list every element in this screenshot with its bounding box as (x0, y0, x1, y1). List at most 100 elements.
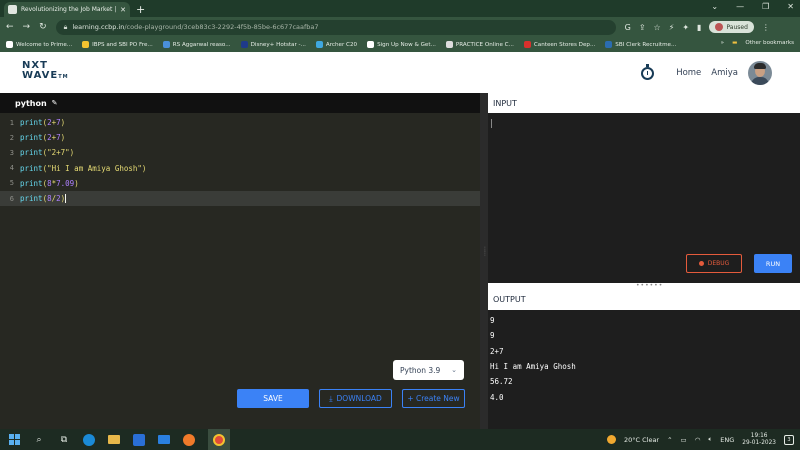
code-text: print("Hi I am Amiya Ghosh") (20, 163, 147, 173)
puzzle-icon[interactable]: ✦ (682, 23, 689, 32)
profile-avatar-icon (715, 23, 724, 31)
wifi-icon[interactable]: ◠ (695, 436, 701, 444)
restore-icon[interactable]: ❐ (762, 2, 769, 11)
python-version-select[interactable]: Python 3.9 ⌄ (393, 360, 464, 380)
output-line: Hi I am Amiya Ghosh (490, 362, 576, 372)
user-name[interactable]: Amiya (711, 68, 738, 78)
code-text: print("2+7") (20, 148, 75, 158)
speaker-icon[interactable]: 🔈︎ (708, 435, 712, 444)
bookmark-item[interactable]: Sign Up Now & Get... (367, 41, 436, 48)
mail-icon[interactable] (158, 435, 170, 444)
output-line: 56.72 (490, 377, 513, 387)
windows-start-icon[interactable] (8, 434, 20, 446)
bookmark-favicon-icon (240, 41, 248, 48)
browser-tab-bar: Revolutionizing the Job Market | ✕ + ⌄ —… (0, 0, 800, 17)
create-new-button[interactable]: + Create New (402, 389, 465, 408)
avatar[interactable] (748, 61, 772, 85)
firefox-icon[interactable] (183, 433, 195, 446)
bookmark-item[interactable]: RS Aggarwal reaso... (162, 41, 231, 48)
stopwatch-icon[interactable] (641, 63, 655, 80)
sidebar-icon[interactable]: ▮ (697, 23, 701, 32)
chevron-up-icon[interactable]: ⌃ (667, 436, 672, 444)
window-controls: ⌄ — ❐ ✕ (711, 2, 794, 11)
home-link[interactable]: Home (676, 68, 701, 78)
clock[interactable]: 19:16 29-01-2023 (742, 433, 776, 447)
bookmark-item[interactable]: PRACTICE Online C... (445, 41, 514, 48)
reload-icon[interactable]: ↻ (39, 22, 47, 32)
line-number: 4 (9, 164, 14, 173)
close-window-icon[interactable]: ✕ (787, 2, 794, 11)
minimize-icon[interactable]: — (736, 2, 744, 11)
code-line[interactable]: 6 print(8/2) (0, 190, 480, 207)
bookmark-favicon-icon (6, 41, 13, 48)
share-icon[interactable]: ⇪ (639, 23, 646, 32)
output-title: OUTPUT (493, 295, 526, 304)
pencil-icon[interactable]: ✎ (52, 99, 58, 107)
bookmark-favicon-icon (605, 41, 613, 48)
weather-text[interactable]: 20°C Clear (624, 436, 659, 444)
code-area[interactable]: 1 print(2+7) 2 print(2+7) 3 print("2+7") 4 prin… (0, 115, 480, 207)
app-header: NXT WAVETM Home Amiya (0, 52, 800, 93)
input-textarea[interactable]: DEBUG RUN (488, 113, 800, 283)
editor-tab[interactable]: python ✎ (0, 93, 480, 113)
bookmark-item[interactable]: Canteen Stores Dep... (523, 41, 595, 48)
browser-tab[interactable]: Revolutionizing the Job Market | ✕ (4, 2, 130, 17)
nxtwave-logo[interactable]: NXT WAVETM (22, 61, 69, 82)
bookmark-item[interactable]: IBPS and SBI PO Fre... (82, 41, 153, 48)
language-indicator[interactable]: ENG (720, 436, 734, 444)
new-tab-icon[interactable]: + (136, 3, 145, 16)
bookmark-item[interactable]: SBI Clerk Recruitme... (605, 41, 676, 48)
store-icon[interactable] (133, 433, 145, 446)
text-cursor (491, 119, 492, 128)
favicon-icon (8, 5, 17, 14)
debug-button[interactable]: DEBUG (686, 254, 742, 273)
profile-button[interactable]: Paused (709, 21, 754, 33)
bookmark-item[interactable]: Disney+ Hotstar -... (240, 41, 306, 48)
google-icon[interactable]: G (625, 23, 631, 32)
output-line: 2+7 (490, 346, 504, 356)
battery-icon[interactable]: ▭ (681, 436, 687, 444)
line-number: 1 (9, 118, 14, 127)
bookmark-favicon-icon (162, 41, 170, 48)
lock-icon: 🔒︎ (63, 22, 68, 31)
code-line[interactable]: 4 print("Hi I am Amiya Ghosh") (0, 161, 480, 176)
bookmark-item[interactable]: Archer C20 (315, 41, 357, 48)
close-tab-icon[interactable]: ✕ (120, 6, 126, 14)
menu-icon[interactable]: ⋮ (762, 23, 770, 32)
weather-icon[interactable] (606, 435, 616, 444)
vertical-splitter[interactable]: ⋮ ⋮ (480, 93, 488, 429)
bookmarks-bar: Welcome to Prime... IBPS and SBI PO Fre..… (0, 37, 800, 52)
download-icon: ⤓ (329, 393, 333, 403)
chrome-taskbar-item[interactable] (208, 429, 230, 450)
browser-tab-title: Revolutionizing the Job Market | (21, 6, 117, 13)
other-bookmarks[interactable]: » ▬ Other bookmarks (721, 40, 794, 46)
bookmark-favicon-icon (367, 41, 375, 48)
notification-icon[interactable]: 3 (784, 434, 794, 445)
back-icon[interactable]: ← (6, 22, 14, 32)
chevron-down-icon[interactable]: ⌄ (711, 2, 718, 11)
drag-handle-icon: ⋮ ⋮ (482, 246, 488, 257)
code-line[interactable]: 2 print(2+7) (0, 130, 480, 145)
run-button[interactable]: RUN (754, 254, 792, 273)
address-bar[interactable]: 🔒︎ learning.ccbp.in/code-playground/3ceb… (55, 19, 616, 35)
bug-icon (698, 261, 704, 266)
extension-icon[interactable]: ⚡ (669, 23, 675, 32)
code-line[interactable]: 3 print("2+7") (0, 145, 480, 160)
chevron-double-right-icon: » (720, 40, 725, 46)
bookmark-favicon-icon (523, 41, 531, 48)
search-icon[interactable]: ⌕ (33, 434, 45, 446)
bookmark-item[interactable]: Welcome to Prime... (6, 41, 72, 48)
save-button[interactable]: SAVE (237, 389, 309, 408)
horizontal-splitter[interactable]: •••••• (488, 282, 800, 290)
download-button[interactable]: ⤓ DOWNLOAD (319, 389, 392, 408)
code-line[interactable]: 1 print(2+7) (0, 115, 480, 130)
task-view-icon[interactable]: ⧉ (58, 434, 70, 446)
output-console: 9 9 2+7 Hi I am Amiya Ghosh 56.72 4.0 (488, 310, 800, 429)
bookmark-star-icon[interactable]: ☆ (654, 23, 661, 32)
extensions-area: G ⇪ ☆ ⚡ ✦ ▮ Paused ⋮ (625, 21, 770, 33)
file-explorer-icon[interactable] (108, 435, 120, 444)
forward-icon[interactable]: → (23, 22, 31, 32)
edge-icon[interactable] (83, 433, 95, 446)
output-line: 9 (490, 316, 495, 326)
code-line[interactable]: 5 print(8*7.09) (0, 176, 480, 191)
